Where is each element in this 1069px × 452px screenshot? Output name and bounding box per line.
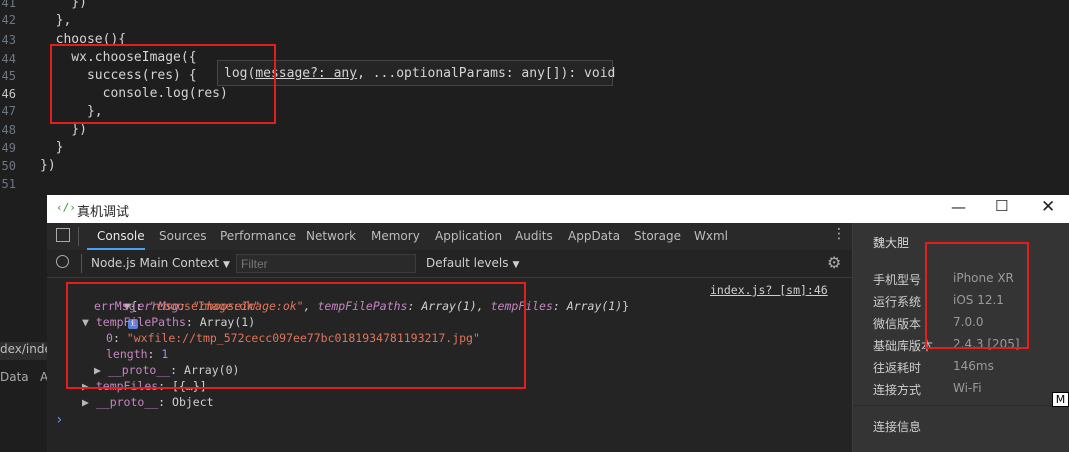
tab-storage[interactable]: Storage — [634, 229, 681, 243]
log-levels-label: Default levels — [426, 256, 509, 270]
code-line: }, — [40, 13, 72, 28]
info-label-latency: 往返耗时 — [873, 361, 922, 375]
chevron-down-icon: ▼ — [512, 260, 520, 270]
window-title: 真机调试 — [77, 205, 130, 220]
background-ide-strip: dex/index Data A — [0, 195, 59, 452]
info-label-sdk-version: 基础库版本 — [873, 339, 934, 353]
console-filter-bar: Node.js Main Context▼ Default levels▼ ⚙ — [47, 250, 852, 278]
tab-network[interactable]: Network — [306, 229, 356, 243]
collapse-triangle-icon[interactable]: ▶ — [82, 395, 96, 409]
line-number-current: 46 — [1, 87, 16, 101]
close-icon[interactable]: ✕ — [1041, 197, 1055, 217]
line-number: 41 — [1, 0, 16, 10]
overlay-badge: M — [1052, 392, 1069, 407]
code-icon: ‹/› — [56, 201, 76, 214]
gear-icon[interactable]: ⚙ — [827, 253, 841, 272]
highlight-box-code — [50, 44, 276, 124]
tab-memory[interactable]: Memory — [371, 229, 420, 243]
hint-suffix: , ...optionalParams: any[]): void — [357, 66, 616, 81]
devtools-tabbar: Console Sources Performance Network Memo… — [47, 223, 852, 251]
info-label-wechat-version: 微信版本 — [873, 317, 922, 331]
file-path-tab[interactable]: dex/index — [0, 342, 59, 360]
context-selector[interactable]: Node.js Main Context ▼ — [91, 256, 230, 270]
window-titlebar: ‹/› 真机调试 — ☐ ✕ — [47, 195, 1069, 223]
source-link[interactable]: index.js? [sm]:46 — [710, 282, 828, 298]
info-label-os: 运行系统 — [873, 295, 922, 309]
line-number: 45 — [1, 69, 16, 83]
minimize-icon[interactable]: — — [951, 198, 966, 216]
tab-wxml[interactable]: Wxml — [694, 229, 728, 243]
code-line: }) — [40, 158, 56, 173]
line-number: 44 — [1, 52, 16, 66]
info-label-model: 手机型号 — [873, 273, 922, 287]
tab-performance[interactable]: Performance — [220, 229, 296, 243]
tab-sources[interactable]: Sources — [159, 229, 206, 243]
inspect-element-icon[interactable] — [56, 228, 70, 242]
divider — [78, 227, 79, 246]
line-number: 51 — [1, 177, 16, 191]
maximize-icon[interactable]: ☐ — [995, 197, 1008, 215]
console-prompt[interactable]: › — [55, 412, 63, 428]
clear-console-icon[interactable] — [56, 255, 69, 268]
more-options-icon[interactable]: ⋮ — [832, 226, 846, 242]
signature-hint-tooltip: log(message?: any, ...optionalParams: an… — [217, 60, 616, 86]
devtools-window: ‹/› 真机调试 — ☐ ✕ Console Sources Performan… — [47, 195, 1069, 452]
line-number: 49 — [1, 141, 16, 155]
device-owner-name: 魏大胆 — [873, 236, 910, 250]
divider — [81, 254, 82, 273]
tab-application[interactable]: Application — [435, 229, 502, 243]
context-label: Node.js Main Context — [91, 256, 220, 270]
filter-input[interactable] — [236, 254, 416, 273]
info-label-connection: 连接方式 — [873, 383, 922, 397]
line-number: 43 — [1, 33, 16, 47]
tab-console[interactable]: Console — [97, 229, 145, 243]
device-info-panel: 魏大胆 手机型号 iPhone XR 运行系统 iOS 12.1 微信版本 7.… — [852, 223, 1069, 452]
line-number: 48 — [1, 123, 16, 137]
tab-audits[interactable]: Audits — [515, 229, 553, 243]
info-value-latency: 146ms — [953, 359, 994, 373]
highlight-box-console — [66, 282, 526, 389]
line-number: 47 — [1, 104, 16, 118]
log-levels-dropdown[interactable]: Default levels ▼ — [426, 256, 519, 270]
proto-property[interactable]: ▶ __proto__: Object — [82, 394, 214, 410]
side-tab-data[interactable]: Data — [0, 370, 29, 384]
code-line: }) — [40, 122, 87, 137]
tab-appdata[interactable]: AppData — [568, 229, 620, 243]
highlight-box-device — [925, 242, 1029, 349]
code-line: } — [40, 140, 64, 155]
line-number: 42 — [1, 13, 16, 27]
divider — [853, 405, 1069, 406]
code-line: }) — [40, 0, 87, 10]
info-value-connection: Wi-Fi — [953, 381, 982, 395]
connection-info-link[interactable]: 连接信息 — [873, 418, 921, 435]
line-number: 50 — [1, 159, 16, 173]
console-output[interactable]: ▼{errMsg: "chooseImage:ok", tempFilePath… — [47, 278, 852, 452]
chevron-down-icon: ▼ — [223, 260, 230, 270]
code-editor[interactable]: 41 42 43 44 45 46 47 48 49 50 51 }) }, c… — [0, 0, 1069, 195]
